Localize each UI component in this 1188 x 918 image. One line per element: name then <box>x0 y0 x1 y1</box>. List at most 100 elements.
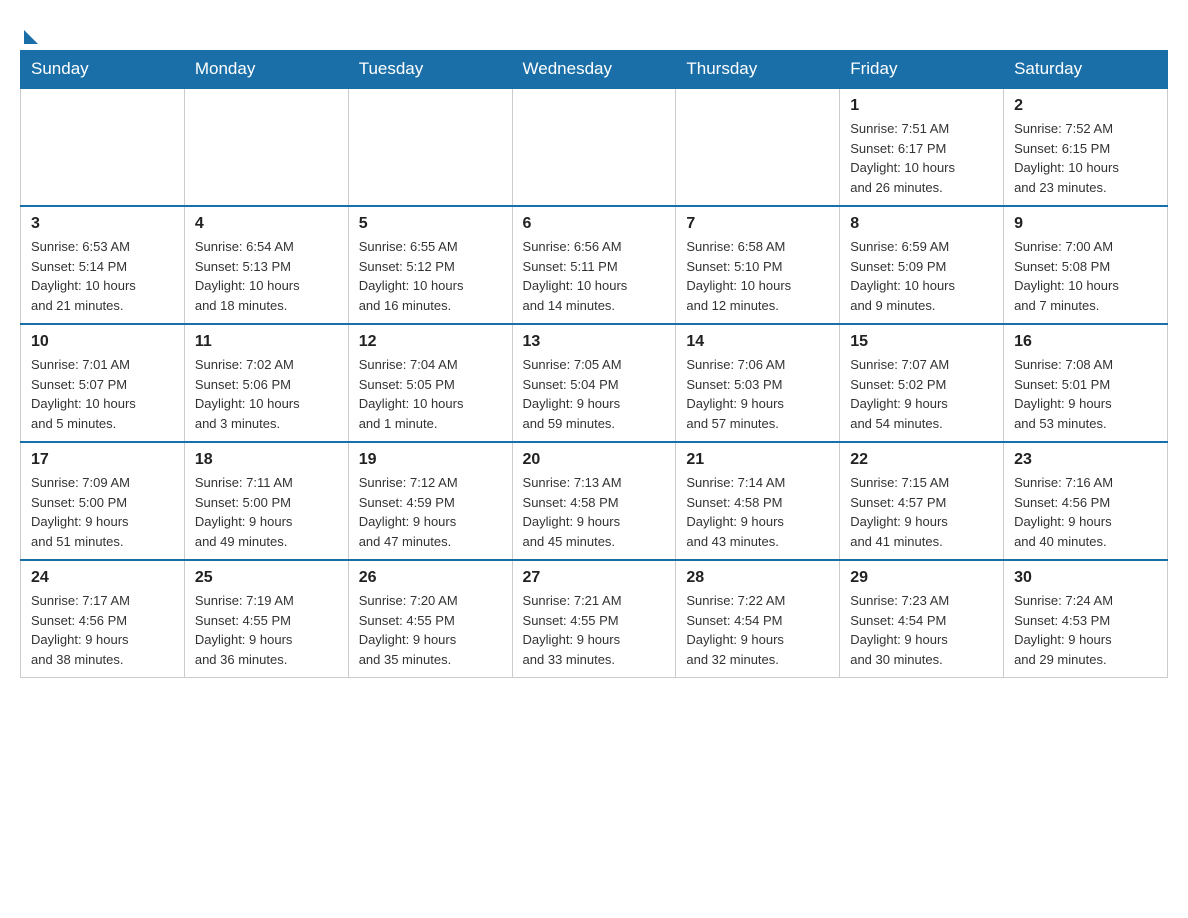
day-info: Sunrise: 7:05 AM Sunset: 5:04 PM Dayligh… <box>523 355 666 433</box>
day-number: 16 <box>1014 333 1157 351</box>
week-row-1: 1Sunrise: 7:51 AM Sunset: 6:17 PM Daylig… <box>21 88 1168 206</box>
calendar-cell: 3Sunrise: 6:53 AM Sunset: 5:14 PM Daylig… <box>21 206 185 324</box>
day-number: 3 <box>31 215 174 233</box>
day-info: Sunrise: 7:21 AM Sunset: 4:55 PM Dayligh… <box>523 591 666 669</box>
calendar-cell: 4 Sunrise: 6:54 AM Sunset: 5:13 PM Daylig… <box>184 206 348 324</box>
day-info: Sunrise: 7:20 AM Sunset: 4:55 PM Dayligh… <box>359 591 502 669</box>
day-info: Sunrise: 7:07 AM Sunset: 5:02 PM Dayligh… <box>850 355 993 433</box>
day-number: 15 <box>850 333 993 351</box>
day-info: Sunrise: 7:14 AM Sunset: 4:58 PM Dayligh… <box>686 473 829 551</box>
calendar-cell <box>676 88 840 206</box>
day-info: Sunrise: 7:17 AM Sunset: 4:56 PM Dayligh… <box>31 591 174 669</box>
calendar-cell: 28 Sunrise: 7:22 AM Sunset: 4:54 PM Dayli… <box>676 560 840 678</box>
day-number: 13 <box>523 333 666 351</box>
calendar-cell: 26 Sunrise: 7:20 AM Sunset: 4:55 PM Dayli… <box>348 560 512 678</box>
day-number: 23 <box>1014 451 1157 469</box>
day-info: Sunrise: 7:23 AM Sunset: 4:54 PM Dayligh… <box>850 591 993 669</box>
day-number: 14 <box>686 333 829 351</box>
calendar-cell: 9 Sunrise: 7:00 AM Sunset: 5:08 PM Daylig… <box>1004 206 1168 324</box>
logo-triangle-icon <box>24 30 38 44</box>
day-info: Sunrise: 7:13 AM Sunset: 4:58 PM Dayligh… <box>523 473 666 551</box>
day-number: 8 <box>850 215 993 233</box>
day-info: Sunrise: 7:22 AM Sunset: 4:54 PM Dayligh… <box>686 591 829 669</box>
day-number: 25 <box>195 569 338 587</box>
day-info: Sunrise: 7:02 AM Sunset: 5:06 PM Dayligh… <box>195 355 338 433</box>
calendar-table: SundayMondayTuesdayWednesdayThursdayFrid… <box>20 50 1168 678</box>
calendar-cell: 25 Sunrise: 7:19 AM Sunset: 4:55 PM Dayli… <box>184 560 348 678</box>
week-row-3: 10 Sunrise: 7:01 AM Sunset: 5:07 PM Dayli… <box>21 324 1168 442</box>
page-header <box>20 20 1168 40</box>
calendar-cell: 13 Sunrise: 7:05 AM Sunset: 5:04 PM Dayli… <box>512 324 676 442</box>
calendar-cell: 30 Sunrise: 7:24 AM Sunset: 4:53 PM Dayli… <box>1004 560 1168 678</box>
calendar-cell <box>512 88 676 206</box>
weekday-header-monday: Monday <box>184 51 348 89</box>
calendar-cell: 15 Sunrise: 7:07 AM Sunset: 5:02 PM Dayli… <box>840 324 1004 442</box>
day-info: Sunrise: 6:55 AM Sunset: 5:12 PM Dayligh… <box>359 237 502 315</box>
day-number: 11 <box>195 333 338 351</box>
calendar-cell: 29 Sunrise: 7:23 AM Sunset: 4:54 PM Dayli… <box>840 560 1004 678</box>
calendar-cell: 5 Sunrise: 6:55 AM Sunset: 5:12 PM Daylig… <box>348 206 512 324</box>
calendar-cell: 24Sunrise: 7:17 AM Sunset: 4:56 PM Dayli… <box>21 560 185 678</box>
day-number: 27 <box>523 569 666 587</box>
calendar-cell <box>348 88 512 206</box>
day-info: Sunrise: 7:19 AM Sunset: 4:55 PM Dayligh… <box>195 591 338 669</box>
week-row-5: 24Sunrise: 7:17 AM Sunset: 4:56 PM Dayli… <box>21 560 1168 678</box>
day-number: 26 <box>359 569 502 587</box>
logo <box>20 20 38 40</box>
day-number: 9 <box>1014 215 1157 233</box>
calendar-cell: 17 Sunrise: 7:09 AM Sunset: 5:00 PM Dayli… <box>21 442 185 560</box>
day-info: Sunrise: 6:54 AM Sunset: 5:13 PM Dayligh… <box>195 237 338 315</box>
day-number: 18 <box>195 451 338 469</box>
week-row-2: 3Sunrise: 6:53 AM Sunset: 5:14 PM Daylig… <box>21 206 1168 324</box>
calendar-cell: 2Sunrise: 7:52 AM Sunset: 6:15 PM Daylig… <box>1004 88 1168 206</box>
calendar-cell: 18 Sunrise: 7:11 AM Sunset: 5:00 PM Dayli… <box>184 442 348 560</box>
calendar-cell <box>21 88 185 206</box>
weekday-header-tuesday: Tuesday <box>348 51 512 89</box>
calendar-cell: 20 Sunrise: 7:13 AM Sunset: 4:58 PM Dayli… <box>512 442 676 560</box>
day-number: 22 <box>850 451 993 469</box>
day-number: 21 <box>686 451 829 469</box>
day-number: 6 <box>523 215 666 233</box>
calendar-cell: 7 Sunrise: 6:58 AM Sunset: 5:10 PM Daylig… <box>676 206 840 324</box>
day-info: Sunrise: 7:00 AM Sunset: 5:08 PM Dayligh… <box>1014 237 1157 315</box>
day-info: Sunrise: 7:01 AM Sunset: 5:07 PM Dayligh… <box>31 355 174 433</box>
day-info: Sunrise: 7:09 AM Sunset: 5:00 PM Dayligh… <box>31 473 174 551</box>
day-number: 29 <box>850 569 993 587</box>
day-info: Sunrise: 7:06 AM Sunset: 5:03 PM Dayligh… <box>686 355 829 433</box>
day-number: 5 <box>359 215 502 233</box>
day-number: 20 <box>523 451 666 469</box>
day-number: 4 <box>195 215 338 233</box>
calendar-cell: 27 Sunrise: 7:21 AM Sunset: 4:55 PM Dayli… <box>512 560 676 678</box>
day-info: Sunrise: 6:58 AM Sunset: 5:10 PM Dayligh… <box>686 237 829 315</box>
day-info: Sunrise: 7:16 AM Sunset: 4:56 PM Dayligh… <box>1014 473 1157 551</box>
day-number: 10 <box>31 333 174 351</box>
day-number: 28 <box>686 569 829 587</box>
calendar-cell: 19Sunrise: 7:12 AM Sunset: 4:59 PM Dayli… <box>348 442 512 560</box>
weekday-header-sunday: Sunday <box>21 51 185 89</box>
calendar-cell: 16 Sunrise: 7:08 AM Sunset: 5:01 PM Dayli… <box>1004 324 1168 442</box>
calendar-cell: 11 Sunrise: 7:02 AM Sunset: 5:06 PM Dayli… <box>184 324 348 442</box>
day-number: 7 <box>686 215 829 233</box>
weekday-header-saturday: Saturday <box>1004 51 1168 89</box>
calendar-cell: 22 Sunrise: 7:15 AM Sunset: 4:57 PM Dayli… <box>840 442 1004 560</box>
calendar-cell: 14 Sunrise: 7:06 AM Sunset: 5:03 PM Dayli… <box>676 324 840 442</box>
day-number: 30 <box>1014 569 1157 587</box>
calendar-cell: 10 Sunrise: 7:01 AM Sunset: 5:07 PM Dayli… <box>21 324 185 442</box>
day-info: Sunrise: 7:04 AM Sunset: 5:05 PM Dayligh… <box>359 355 502 433</box>
calendar-cell: 21 Sunrise: 7:14 AM Sunset: 4:58 PM Dayli… <box>676 442 840 560</box>
day-info: Sunrise: 7:24 AM Sunset: 4:53 PM Dayligh… <box>1014 591 1157 669</box>
calendar-cell: 6Sunrise: 6:56 AM Sunset: 5:11 PM Daylig… <box>512 206 676 324</box>
weekday-header-row: SundayMondayTuesdayWednesdayThursdayFrid… <box>21 51 1168 89</box>
day-info: Sunrise: 7:15 AM Sunset: 4:57 PM Dayligh… <box>850 473 993 551</box>
day-number: 1 <box>850 97 993 115</box>
weekday-header-wednesday: Wednesday <box>512 51 676 89</box>
calendar-cell: 12Sunrise: 7:04 AM Sunset: 5:05 PM Dayli… <box>348 324 512 442</box>
day-info: Sunrise: 7:11 AM Sunset: 5:00 PM Dayligh… <box>195 473 338 551</box>
week-row-4: 17 Sunrise: 7:09 AM Sunset: 5:00 PM Dayli… <box>21 442 1168 560</box>
calendar-cell <box>184 88 348 206</box>
day-info: Sunrise: 6:59 AM Sunset: 5:09 PM Dayligh… <box>850 237 993 315</box>
day-number: 17 <box>31 451 174 469</box>
weekday-header-friday: Friday <box>840 51 1004 89</box>
calendar-cell: 23 Sunrise: 7:16 AM Sunset: 4:56 PM Dayli… <box>1004 442 1168 560</box>
day-info: Sunrise: 7:08 AM Sunset: 5:01 PM Dayligh… <box>1014 355 1157 433</box>
